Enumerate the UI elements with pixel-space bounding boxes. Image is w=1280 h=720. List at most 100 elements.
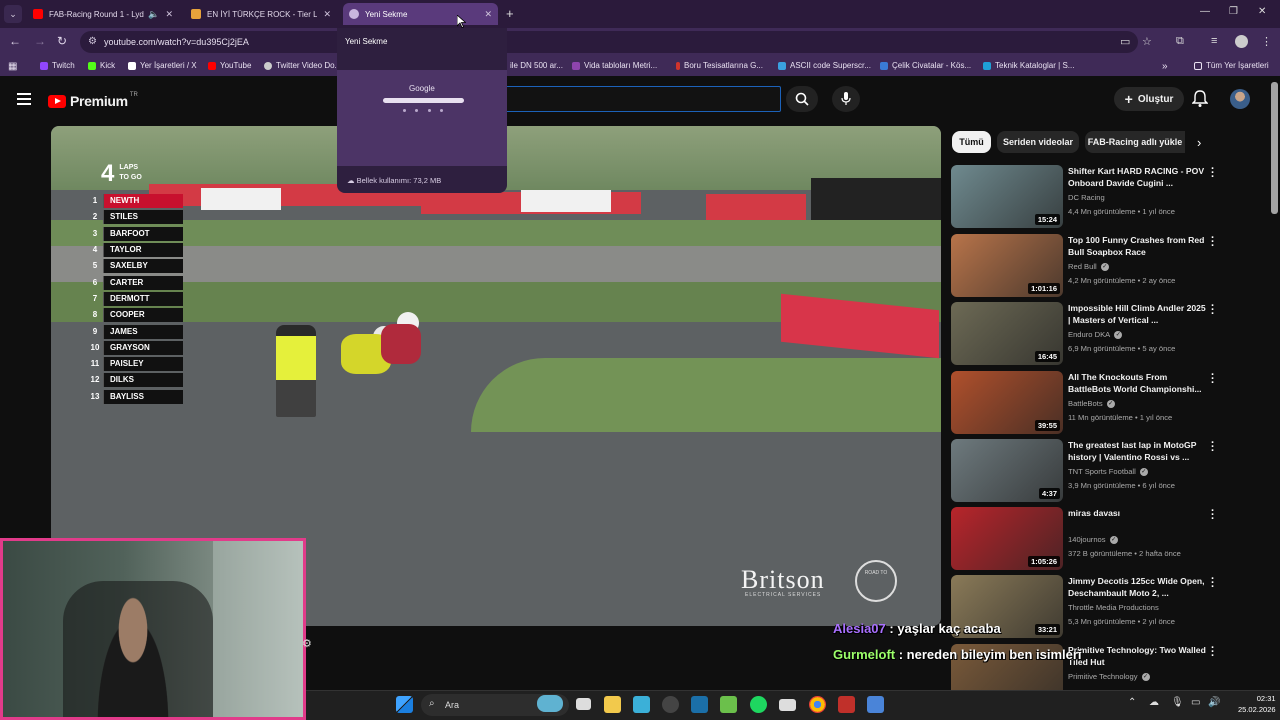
gear-icon[interactable]: ⚙ xyxy=(302,637,312,650)
bookmark-ascii[interactable]: ASCII code Superscr... xyxy=(778,61,871,70)
close-tab-icon[interactable]: ✕ xyxy=(165,9,173,20)
spotify-icon[interactable] xyxy=(750,696,767,713)
address-bar[interactable]: ⚙ youtube.com/watch?v=du395Cj2jEA xyxy=(80,31,1138,53)
video-thumbnail[interactable]: 39:55 xyxy=(951,371,1063,434)
taskbar-app-icon[interactable] xyxy=(838,696,855,713)
bookmark-star-icon[interactable]: ☆ xyxy=(1142,35,1152,48)
bookmark-celik[interactable]: Çelik Civatalar - Kös... xyxy=(880,61,971,70)
bookmark-dn500[interactable]: ile DN 500 ar... xyxy=(510,61,563,70)
minimize-icon[interactable]: — xyxy=(1200,6,1210,17)
more-options-icon[interactable]: · · · xyxy=(1211,301,1215,320)
channel-name[interactable]: Red Bull ✓ xyxy=(1068,262,1109,271)
user-avatar[interactable] xyxy=(1230,89,1250,109)
video-title[interactable]: Jimmy Decotis 125cc Wide Open, Deschamba… xyxy=(1068,575,1208,599)
channel-name[interactable]: TNT Sports Football ✓ xyxy=(1068,467,1148,476)
bookmark-kick[interactable]: Kick xyxy=(88,61,115,70)
chip-series[interactable]: Seriden videolar xyxy=(997,131,1079,153)
bookmark-x[interactable]: Yer İşaretleri / X xyxy=(128,61,197,70)
recommendation-card[interactable]: 15:24 Shifter Kart HARD RACING - POV Onbo… xyxy=(951,164,1241,230)
more-options-icon[interactable]: · · · xyxy=(1211,643,1215,662)
video-thumbnail[interactable]: 15:24 xyxy=(951,165,1063,228)
video-thumbnail[interactable]: 16:45 xyxy=(951,302,1063,365)
steam-icon[interactable] xyxy=(691,696,708,713)
windows-start-icon[interactable] xyxy=(396,696,413,713)
more-options-icon[interactable]: · · · xyxy=(1211,574,1215,593)
video-title[interactable]: Impossible Hill Climb Andler 2025 | Mast… xyxy=(1068,302,1208,326)
more-options-icon[interactable]: · · · xyxy=(1211,233,1215,252)
new-tab-plus-icon[interactable]: + xyxy=(506,6,514,21)
microphone-icon[interactable]: 🎙 xyxy=(1171,697,1184,708)
channel-name[interactable]: Throttle Media Productions xyxy=(1068,603,1159,612)
all-bookmarks[interactable]: Tüm Yer İşaretleri xyxy=(1194,61,1269,70)
tab-tier-list[interactable]: EN İYİ TÜRKÇE ROCK - Tier List ✕ xyxy=(185,3,337,25)
bookmark-teknik[interactable]: Teknik Kataloglar | S... xyxy=(983,61,1074,70)
video-title[interactable]: All The Knockouts From BattleBots World … xyxy=(1068,371,1208,395)
task-view-icon[interactable] xyxy=(576,698,591,710)
taskbar-clock[interactable]: 02:31 25.02.2026 xyxy=(1238,693,1276,715)
widget-icon[interactable] xyxy=(537,695,563,712)
volume-icon[interactable]: 🔊 xyxy=(1208,697,1220,708)
speaker-icon[interactable]: 🔈 xyxy=(148,9,159,20)
channel-name[interactable]: DC Racing xyxy=(1068,193,1105,202)
extensions-icon[interactable]: ⧉ xyxy=(1176,35,1184,48)
create-button[interactable]: + Oluştur xyxy=(1114,87,1184,111)
voice-search-button[interactable] xyxy=(832,86,860,112)
chevron-right-icon[interactable]: › xyxy=(1197,135,1201,150)
bookmark-twitter-video[interactable]: Twitter Video Do... xyxy=(264,61,341,70)
close-window-icon[interactable]: ✕ xyxy=(1258,6,1266,17)
bookmark-vida[interactable]: Vida tabloları Metri... xyxy=(572,61,657,70)
recommendation-card[interactable]: 1:05:26 miras davası 140journos ✓ 372 B görü… xyxy=(951,506,1241,572)
youtube-premium-logo[interactable]: Premium TR xyxy=(48,92,138,109)
menu-hamburger-icon[interactable] xyxy=(17,93,31,105)
recommendation-card[interactable]: 16:45 Impossible Hill Climb Andler 2025 |… xyxy=(951,301,1241,367)
cloud-icon[interactable]: ☁ xyxy=(1149,697,1159,708)
search-input[interactable] xyxy=(506,86,781,112)
tab-new-tab[interactable]: Yeni Sekme ✕ xyxy=(343,3,498,25)
recommendation-card[interactable]: 1:01:16 Top 100 Funny Crashes from Red Bu… xyxy=(951,233,1241,299)
back-arrow-icon[interactable]: ← xyxy=(9,34,21,48)
chrome-icon[interactable] xyxy=(809,696,826,713)
cast-icon[interactable]: ▭ xyxy=(1120,35,1130,48)
more-options-icon[interactable]: · · · xyxy=(1211,438,1215,457)
channel-name[interactable]: BattleBots ✓ xyxy=(1068,399,1115,408)
menu-dots-icon[interactable]: ⋮ xyxy=(1261,35,1272,48)
taskbar-app-icon[interactable] xyxy=(633,696,650,713)
video-title[interactable]: miras davası xyxy=(1068,507,1208,519)
channel-name[interactable]: Primitive Technology ✓ xyxy=(1068,672,1150,681)
more-bookmarks-icon[interactable]: » xyxy=(1162,61,1168,72)
video-title[interactable]: Primitive Technology: Two Walled Tiled H… xyxy=(1068,644,1208,668)
notifications-bell-icon[interactable] xyxy=(1191,90,1209,113)
close-tab-icon[interactable]: ✕ xyxy=(323,9,331,20)
file-explorer-icon[interactable] xyxy=(604,696,621,713)
chip-uploads[interactable]: FAB-Racing adlı yükle xyxy=(1085,131,1185,153)
reload-icon[interactable]: ↻ xyxy=(57,34,67,48)
page-scrollbar[interactable] xyxy=(1271,82,1278,214)
network-icon[interactable]: ▭ xyxy=(1191,697,1200,708)
tab-fab-racing[interactable]: FAB-Racing Round 1 - Lydd 🔈 ✕ xyxy=(27,3,179,25)
video-title[interactable]: The greatest last lap in MotoGP history … xyxy=(1068,439,1208,463)
reading-list-icon[interactable]: ≡ xyxy=(1211,35,1217,47)
recommendation-card[interactable]: 4:37 The greatest last lap in MotoGP hist… xyxy=(951,438,1241,504)
more-options-icon[interactable]: · · · xyxy=(1211,164,1215,183)
restore-icon[interactable]: ❐ xyxy=(1229,6,1238,17)
channel-name[interactable]: 140journos ✓ xyxy=(1068,535,1118,544)
xbox-icon[interactable] xyxy=(720,696,737,713)
site-info-icon[interactable]: ⚙ xyxy=(88,36,97,47)
bookmark-twitch[interactable]: Twitch xyxy=(40,61,75,70)
forward-arrow-icon[interactable]: → xyxy=(34,34,46,48)
bookmark-boru[interactable]: Boru Tesisatlarına G... xyxy=(676,61,763,70)
bookmark-youtube[interactable]: YouTube xyxy=(208,61,251,70)
tab-search-button[interactable]: ⌄ xyxy=(4,5,22,23)
apps-grid-icon[interactable]: ▦ xyxy=(8,61,17,72)
taskbar-app-icon[interactable] xyxy=(779,699,796,711)
video-title[interactable]: Shifter Kart HARD RACING - POV Onboard D… xyxy=(1068,165,1208,189)
video-thumbnail[interactable]: 4:37 xyxy=(951,439,1063,502)
video-title[interactable]: Top 100 Funny Crashes from Red Bull Soap… xyxy=(1068,234,1208,258)
channel-name[interactable]: Enduro DKA ✓ xyxy=(1068,330,1123,339)
chip-all[interactable]: Tümü xyxy=(952,131,991,153)
video-thumbnail[interactable]: 1:01:16 xyxy=(951,234,1063,297)
more-options-icon[interactable]: · · · xyxy=(1211,370,1215,389)
search-button[interactable] xyxy=(786,86,818,112)
video-thumbnail[interactable]: 1:05:26 xyxy=(951,507,1063,570)
profile-avatar-icon[interactable] xyxy=(1235,35,1248,48)
